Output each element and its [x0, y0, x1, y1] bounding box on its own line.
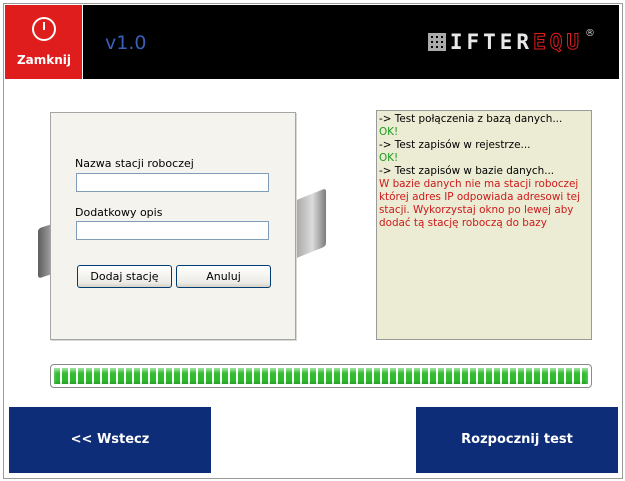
- log-line: -> Test zapisów w rejestrze...: [379, 139, 531, 151]
- test-log-panel: -> Test połączenia z bazą danych... OK! …: [376, 110, 592, 340]
- add-station-panel: Nazwa stacji roboczej Dodatkowy opis Dod…: [50, 112, 296, 340]
- header-bar: Zamknij v1.0 IFTER EQU ®: [5, 5, 619, 79]
- back-button[interactable]: << Wstecz: [9, 407, 211, 473]
- cancel-button[interactable]: Anuluj: [176, 265, 271, 288]
- logo-grid-icon: [427, 33, 446, 51]
- log-line: -> Test zapisów w bazie danych...: [379, 165, 555, 177]
- station-name-input[interactable]: [76, 173, 269, 192]
- logo-text-equ: EQU: [533, 30, 583, 55]
- log-error-message: W bazie danych nie ma stacji roboczej kt…: [379, 178, 580, 229]
- close-label: Zamknij: [16, 53, 72, 67]
- add-station-button[interactable]: Dodaj stację: [77, 265, 172, 288]
- log-line: -> Test połączenia z bazą danych...: [379, 113, 563, 125]
- progress-bar: [50, 364, 592, 388]
- start-test-button[interactable]: Rozpocznij test: [416, 407, 618, 473]
- progress-fill: [54, 368, 588, 384]
- logo-text-ifter: IFTER: [449, 30, 534, 54]
- log-line: OK!: [379, 126, 399, 138]
- log-line: OK!: [379, 152, 399, 164]
- version-label: v1.0: [105, 32, 147, 54]
- registered-mark: ®: [585, 27, 595, 39]
- power-icon: [32, 17, 56, 41]
- description-label: Dodatkowy opis: [75, 206, 163, 219]
- description-input[interactable]: [76, 221, 269, 240]
- brand-logo: IFTER EQU ®: [427, 27, 595, 55]
- station-name-label: Nazwa stacji roboczej: [75, 157, 194, 170]
- close-button[interactable]: Zamknij: [5, 5, 83, 79]
